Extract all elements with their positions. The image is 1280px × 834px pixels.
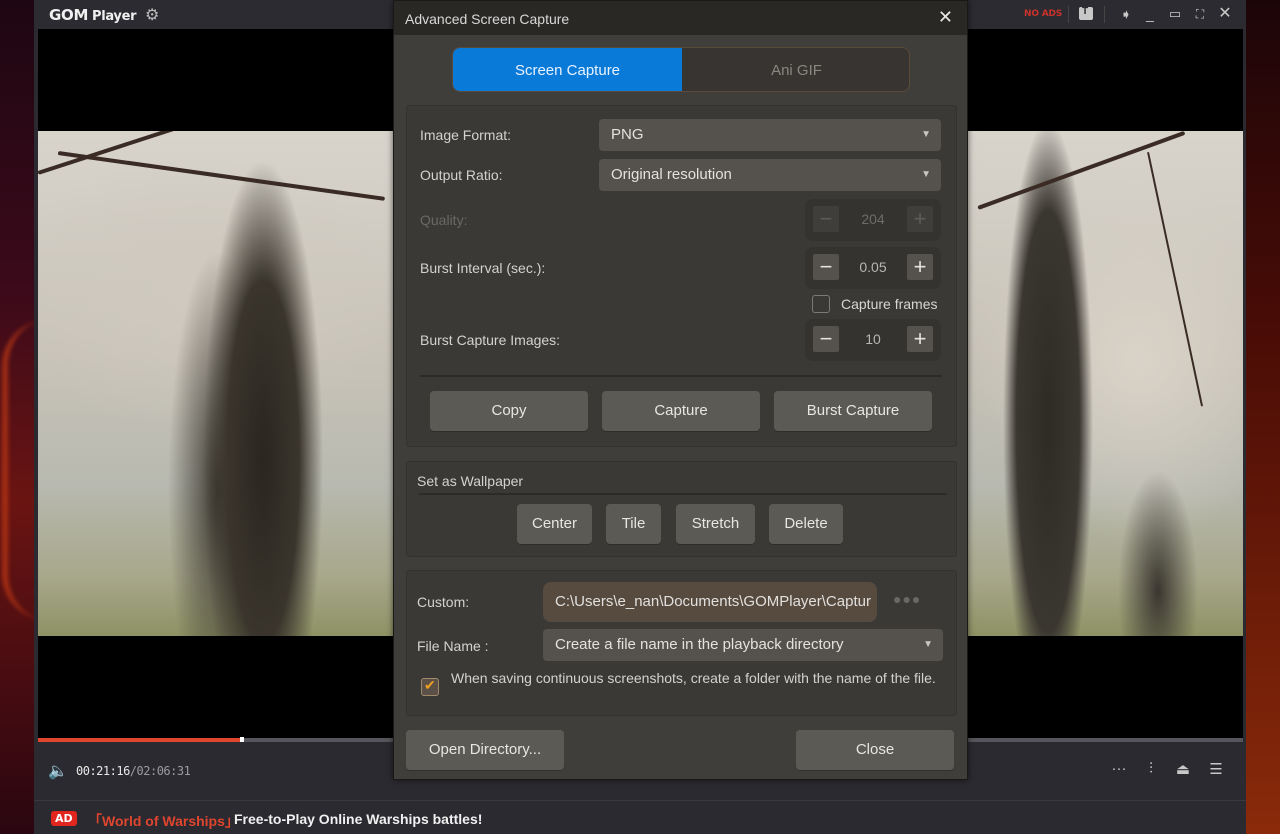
file-name-label: File Name : <box>417 638 489 654</box>
chevron-down-icon: ▼ <box>923 639 933 650</box>
desktop-background-left <box>0 0 34 834</box>
titlebar-divider <box>1104 6 1105 23</box>
quality-value: 204 <box>861 211 885 227</box>
capture-mode-tabs: Screen Capture Ani GIF <box>452 47 910 92</box>
quality-decrement-button: − <box>813 206 839 232</box>
browse-more-icon[interactable]: ●●● <box>893 591 921 607</box>
create-folder-checkbox[interactable] <box>421 677 439 696</box>
ad-banner[interactable]: AD 「World of Warships」 Free-to-Play Onli… <box>34 800 1246 834</box>
titlebar-divider <box>1068 6 1069 23</box>
video-branch <box>977 131 1186 210</box>
burst-interval-increment-button[interactable]: + <box>907 254 933 280</box>
dialog-titlebar[interactable]: Advanced Screen Capture ✕ <box>394 1 967 35</box>
create-folder-label[interactable]: When saving continuous screenshots, crea… <box>451 670 949 687</box>
chevron-down-icon: ▼ <box>921 169 931 180</box>
open-directory-button[interactable]: Open Directory... <box>406 730 564 770</box>
chevron-down-icon: ▼ <box>921 129 931 140</box>
burst-images-decrement-button[interactable]: − <box>813 326 839 352</box>
ad-badge: AD <box>51 811 77 826</box>
desktop-background-right <box>1246 0 1280 834</box>
capture-frames-checkbox[interactable] <box>812 295 830 313</box>
playlist-icon[interactable]: ☰ <box>1205 760 1227 778</box>
save-options-section: Custom: C:\Users\e_nan\Documents\GOMPlay… <box>406 570 957 716</box>
eject-icon[interactable]: ⏏ <box>1172 760 1194 778</box>
output-ratio-dropdown[interactable]: Original resolution ▼ <box>599 159 941 191</box>
quality-label: Quality: <box>420 212 468 228</box>
capture-frames-label[interactable]: Capture frames <box>841 296 937 312</box>
custom-path-input[interactable]: C:\Users\e_nan\Documents\GOMPlayer\Captu… <box>543 582 877 622</box>
gom-player-logo[interactable]: GOM Player <box>49 6 137 24</box>
burst-interval-decrement-button[interactable]: − <box>813 254 839 280</box>
capture-button[interactable]: Capture <box>602 391 760 431</box>
volume-icon[interactable]: 🔈 <box>48 761 68 781</box>
quality-stepper: − 204 + <box>805 199 941 241</box>
custom-path-label: Custom: <box>417 594 470 610</box>
wallpaper-delete-button[interactable]: Delete <box>769 504 843 544</box>
settings-gear-icon[interactable]: ⚙ <box>145 5 159 25</box>
image-format-label: Image Format: <box>420 127 512 143</box>
burst-interval-value[interactable]: 0.05 <box>841 259 905 275</box>
burst-capture-button[interactable]: Burst Capture <box>774 391 932 431</box>
wallpaper-section: Set as Wallpaper Center Tile Stretch Del… <box>406 461 957 557</box>
quality-increment-button: + <box>907 206 933 232</box>
close-player-icon[interactable]: ✕ <box>1215 4 1235 24</box>
tab-screen-capture[interactable]: Screen Capture <box>453 48 682 91</box>
section-divider <box>419 493 947 495</box>
time-display: 00:21:16/02:06:31 <box>76 764 191 778</box>
dialog-title: Advanced Screen Capture <box>405 11 570 27</box>
minimize-icon[interactable]: _ <box>1140 4 1160 24</box>
dialog-close-icon[interactable]: ✕ <box>938 7 953 28</box>
tab-ani-gif[interactable]: Ani GIF <box>682 48 909 91</box>
no-ads-button[interactable]: NO ADS <box>1024 9 1062 19</box>
file-name-value: Create a file name in the playback direc… <box>555 636 844 653</box>
output-ratio-label: Output Ratio: <box>420 167 503 183</box>
more-options-icon[interactable]: ··· <box>1108 760 1130 777</box>
copy-button[interactable]: Copy <box>430 391 588 431</box>
ad-text[interactable]: Free-to-Play Online Warships battles! <box>234 811 482 827</box>
wallpaper-title: Set as Wallpaper <box>417 473 524 489</box>
image-format-dropdown[interactable]: PNG ▼ <box>599 119 941 151</box>
current-time: 00:21:16 <box>76 764 130 778</box>
logo-gom: GOM <box>49 6 89 24</box>
equalizer-icon[interactable]: ⫶ <box>1140 760 1162 777</box>
section-divider <box>420 375 942 377</box>
wallpaper-tile-button[interactable]: Tile <box>606 504 661 544</box>
output-ratio-value: Original resolution <box>611 166 732 183</box>
total-time: /02:06:31 <box>129 764 191 778</box>
wallpaper-center-button[interactable]: Center <box>517 504 592 544</box>
logo-player: Player <box>91 9 137 24</box>
wallpaper-stretch-button[interactable]: Stretch <box>676 504 755 544</box>
close-button[interactable]: Close <box>796 730 954 770</box>
subtitle-icon[interactable] <box>1079 6 1093 20</box>
mini-mode-icon[interactable]: ▭ <box>1165 4 1185 24</box>
image-format-value: PNG <box>611 126 644 143</box>
video-branch <box>57 151 386 201</box>
advanced-screen-capture-dialog: Advanced Screen Capture ✕ Screen Capture… <box>393 0 968 780</box>
ad-title[interactable]: 「World of Warships」 <box>88 811 239 831</box>
burst-images-stepper: − 10 + <box>805 319 941 361</box>
burst-images-value[interactable]: 10 <box>841 331 905 347</box>
burst-images-label: Burst Capture Images: <box>420 332 561 348</box>
capture-settings-section: Image Format: PNG ▼ Output Ratio: Origin… <box>406 105 957 447</box>
burst-interval-label: Burst Interval (sec.): <box>420 260 546 276</box>
burst-images-increment-button[interactable]: + <box>907 326 933 352</box>
burst-interval-stepper: − 0.05 + <box>805 247 941 289</box>
pin-icon[interactable]: ➧ <box>1116 4 1136 24</box>
video-branch <box>1147 151 1204 407</box>
file-name-dropdown[interactable]: Create a file name in the playback direc… <box>543 629 943 661</box>
fullscreen-icon[interactable]: ⛶ <box>1190 4 1210 24</box>
